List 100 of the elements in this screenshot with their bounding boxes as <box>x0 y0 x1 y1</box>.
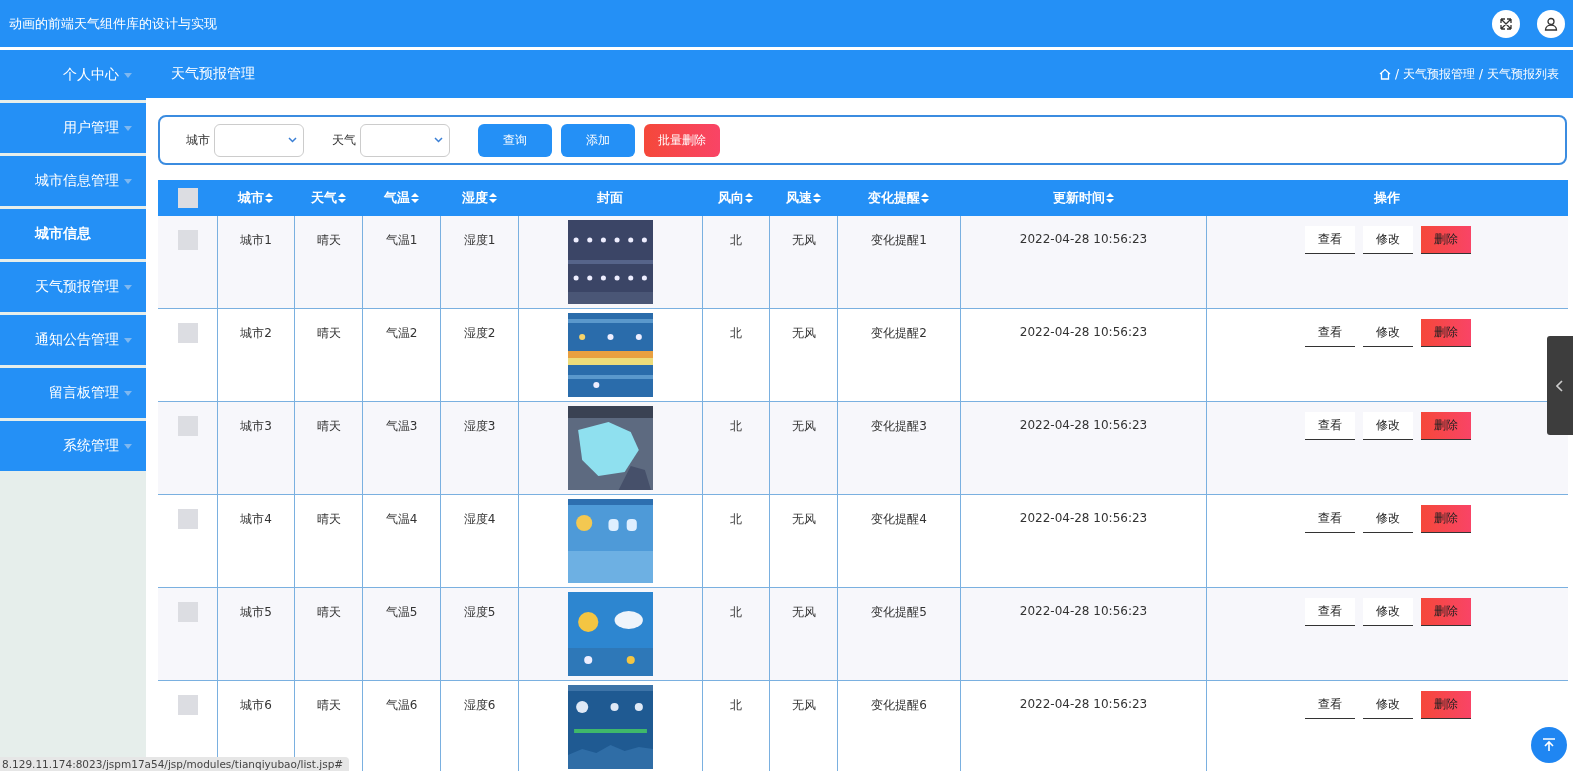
caret-icon <box>124 284 132 290</box>
delete-button[interactable]: 删除 <box>1420 226 1471 254</box>
table-cell: 变化提醒1 <box>837 216 960 309</box>
table-cell: 城市1 <box>217 216 294 309</box>
sort-icon <box>337 193 346 203</box>
caret-icon <box>124 443 132 449</box>
table-cell: 无风 <box>769 216 837 309</box>
arrow-up-icon <box>1541 737 1557 753</box>
table-cell: 变化提醒6 <box>837 681 960 771</box>
action-button[interactable]: 添加 <box>561 123 635 157</box>
table-cell: 2022-04-28 10:56:23 <box>960 588 1206 681</box>
field-label: 天气 <box>332 131 356 149</box>
back-to-top-button[interactable] <box>1531 727 1567 763</box>
table-cell: 湿度1 <box>440 216 518 309</box>
caret-icon <box>124 390 132 396</box>
field-label: 城市 <box>186 131 210 149</box>
select-all-checkbox[interactable] <box>177 188 198 208</box>
delete-button[interactable]: 删除 <box>1420 319 1471 347</box>
column-header: 封面 <box>518 180 702 216</box>
table-cell: 湿度5 <box>440 588 518 681</box>
chevron-down-icon <box>434 137 443 144</box>
table-cell: 无风 <box>769 402 837 495</box>
breadcrumb-link[interactable]: 天气预报列表 <box>1487 65 1559 83</box>
table-cell: 北 <box>702 402 769 495</box>
chevron-left-icon <box>1556 379 1564 392</box>
breadcrumb-link[interactable]: 天气预报管理 <box>1402 65 1475 83</box>
sort-icon <box>812 193 821 203</box>
table-cell: 城市3 <box>217 402 294 495</box>
sidebar-menu-item[interactable]: 天气预报管理 <box>0 262 146 312</box>
table-cell: 气温5 <box>362 588 440 681</box>
caret-icon <box>124 125 132 131</box>
column-header[interactable]: 变化提醒 <box>837 180 960 216</box>
sidebar-menu-item[interactable]: 个人中心 <box>0 50 146 100</box>
side-tab[interactable] <box>1547 336 1573 435</box>
table-cell: 变化提醒5 <box>837 588 960 681</box>
table-cell: 湿度3 <box>440 402 518 495</box>
row-checkbox[interactable] <box>177 416 198 436</box>
select-field[interactable] <box>360 123 450 157</box>
table-cell: 晴天 <box>294 402 362 495</box>
chevron-down-icon <box>288 137 297 144</box>
sidebar-menu-item[interactable]: 系统管理 <box>0 421 146 471</box>
delete-button[interactable]: 删除 <box>1420 412 1471 440</box>
select-field[interactable] <box>214 123 304 157</box>
column-header[interactable]: 城市 <box>217 180 294 216</box>
sidebar-menu-item[interactable]: 留言板管理 <box>0 368 146 418</box>
column-header[interactable]: 风速 <box>769 180 837 216</box>
row-action-button[interactable]: 查看 <box>1304 598 1355 626</box>
row-action-button[interactable]: 修改 <box>1362 226 1413 254</box>
column-header[interactable]: 风向 <box>702 180 769 216</box>
table-cell: 北 <box>702 681 769 771</box>
sort-icon <box>265 193 273 203</box>
breadcrumb-separator: / <box>1478 67 1483 82</box>
table-cell: 晴天 <box>294 216 362 309</box>
row-checkbox[interactable] <box>177 602 198 622</box>
sort-icon <box>745 193 753 203</box>
sort-icon <box>488 193 497 203</box>
table-cell: 气温1 <box>362 216 440 309</box>
app-title: 动画的前端天气组件库的设计与实现 <box>9 14 218 33</box>
row-action-button[interactable]: 修改 <box>1362 412 1413 440</box>
table-cell: 湿度6 <box>440 681 518 771</box>
sidebar-menu-item[interactable]: 通知公告管理 <box>0 315 146 365</box>
sidebar-submenu-item[interactable]: 城市信息 <box>0 209 146 259</box>
table-cell: 北 <box>702 216 769 309</box>
row-action-button[interactable]: 修改 <box>1362 598 1413 626</box>
table-cell: 晴天 <box>294 588 362 681</box>
sort-icon <box>410 193 419 203</box>
sort-icon <box>1105 193 1114 203</box>
caret-icon <box>124 178 132 184</box>
table-cell: 无风 <box>769 681 837 771</box>
column-header[interactable]: 气温 <box>362 180 440 216</box>
row-action-button[interactable]: 查看 <box>1304 226 1355 254</box>
table-cell: 无风 <box>769 588 837 681</box>
column-header: 操作 <box>1206 180 1568 216</box>
sidebar-menu-item[interactable]: 用户管理 <box>0 103 146 153</box>
row-checkbox[interactable] <box>177 695 198 715</box>
table-cell: 气温6 <box>362 681 440 771</box>
row-checkbox[interactable] <box>177 509 198 529</box>
sidebar-menu-item[interactable]: 城市信息管理 <box>0 156 146 206</box>
table-cell: 气温3 <box>362 402 440 495</box>
delete-button[interactable]: 删除 <box>1420 691 1471 719</box>
row-action-button[interactable]: 查看 <box>1304 412 1355 440</box>
table-cell: 2022-04-28 10:56:23 <box>960 216 1206 309</box>
user-icon[interactable] <box>1537 9 1565 38</box>
batch-delete-button[interactable]: 批量删除 <box>644 123 720 157</box>
action-button[interactable]: 查询 <box>478 123 552 157</box>
fullscreen-icon[interactable] <box>1492 9 1520 38</box>
caret-icon <box>124 72 132 78</box>
column-header[interactable]: 更新时间 <box>960 180 1206 216</box>
delete-button[interactable]: 删除 <box>1420 598 1471 626</box>
row-checkbox[interactable] <box>177 230 198 250</box>
caret-icon <box>124 337 132 343</box>
table-cell: 北 <box>702 588 769 681</box>
home-icon[interactable] <box>1378 68 1391 81</box>
row-checkbox[interactable] <box>177 323 198 343</box>
table-cell: 2022-04-28 10:56:23 <box>960 681 1206 771</box>
table-cell: 变化提醒3 <box>837 402 960 495</box>
delete-button[interactable]: 删除 <box>1420 505 1471 533</box>
column-header[interactable]: 天气 <box>294 180 362 216</box>
column-header[interactable]: 湿度 <box>440 180 518 216</box>
table-cell: 城市5 <box>217 588 294 681</box>
